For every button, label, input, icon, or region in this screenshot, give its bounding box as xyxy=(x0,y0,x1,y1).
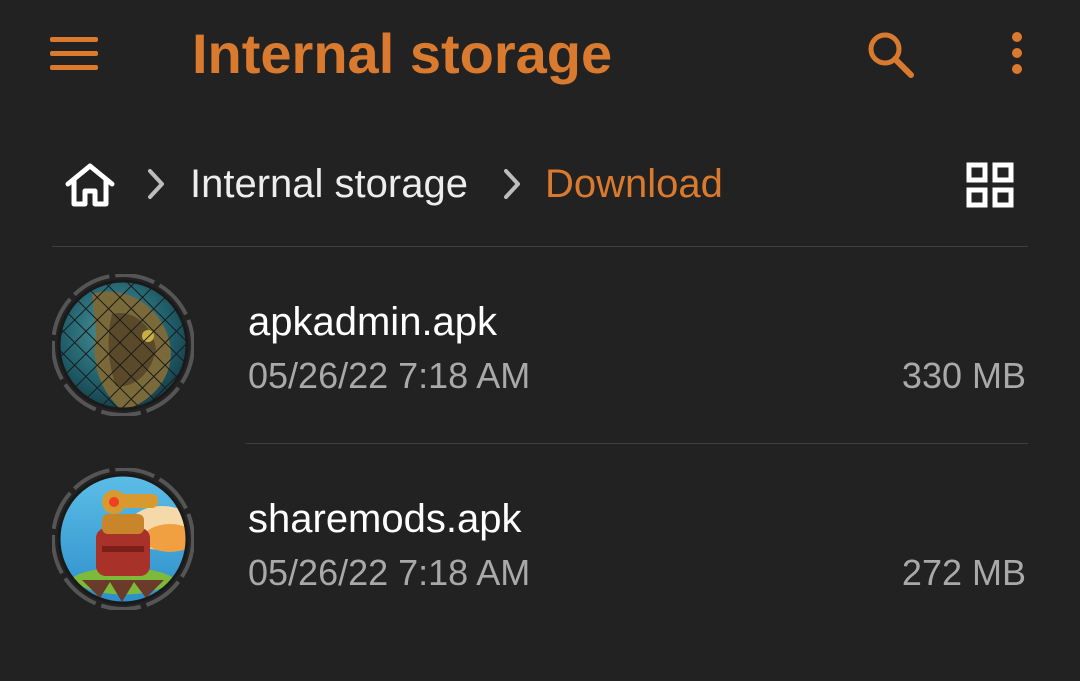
file-date: 05/26/22 7:18 AM xyxy=(248,552,531,593)
page-title: Internal storage xyxy=(192,22,613,85)
chevron-right-icon xyxy=(146,167,166,201)
file-name: sharemods.apk xyxy=(248,497,522,541)
more-vert-icon[interactable] xyxy=(1004,30,1030,78)
search-icon[interactable] xyxy=(864,28,916,80)
file-name: apkadmin.apk xyxy=(248,300,498,344)
breadcrumb-item-internal-storage[interactable]: Internal storage xyxy=(190,158,468,210)
file-manager-screen: Internal storage Internal storage Downlo… xyxy=(0,0,1080,681)
hamburger-menu-icon[interactable] xyxy=(50,37,98,71)
apk-app-icon xyxy=(51,467,195,611)
file-date: 05/26/22 7:18 AM xyxy=(248,355,531,396)
list-item[interactable]: apkadmin.apk 05/26/22 7:18 AM 330 MB xyxy=(0,247,1080,443)
apk-app-icon xyxy=(51,273,195,417)
grid-view-icon[interactable] xyxy=(966,162,1014,208)
app-bar: Internal storage xyxy=(0,0,1080,110)
chevron-right-icon xyxy=(502,167,522,201)
home-icon[interactable] xyxy=(64,162,116,208)
file-size: 272 MB xyxy=(901,552,1026,593)
file-size: 330 MB xyxy=(901,355,1026,396)
list-item[interactable]: sharemods.apk 05/26/22 7:18 AM 272 MB xyxy=(0,444,1080,640)
breadcrumb-item-download[interactable]: Download xyxy=(545,158,723,210)
breadcrumb: Internal storage Download xyxy=(0,140,1080,228)
